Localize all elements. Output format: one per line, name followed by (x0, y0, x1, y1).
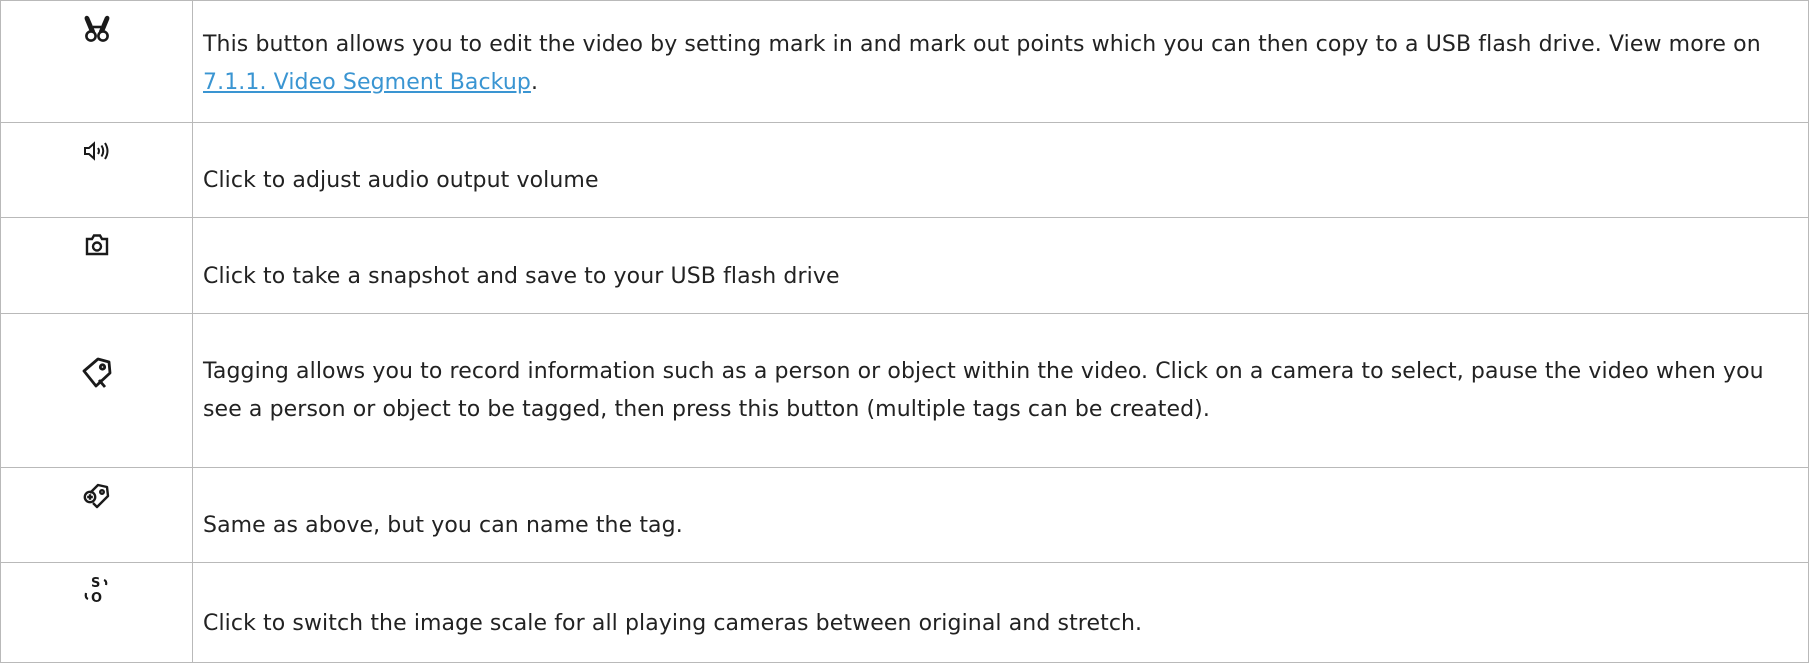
icon-reference-table: This button allows you to edit the video… (0, 0, 1809, 663)
table-row: Click to take a snapshot and save to you… (0, 217, 1809, 314)
table-row: This button allows you to edit the video… (0, 0, 1809, 123)
description-cell: Click to switch the image scale for all … (192, 562, 1809, 663)
description-text: This button allows you to edit the video… (203, 31, 1761, 57)
camera-icon (84, 233, 110, 257)
tag-icon (81, 356, 113, 390)
icon-cell (0, 313, 193, 468)
table-row: S O Click to switch the image scale for … (0, 562, 1809, 663)
description-cell: Click to take a snapshot and save to you… (192, 217, 1809, 314)
table-row: Click to adjust audio output volume (0, 122, 1809, 218)
description-cell: Click to adjust audio output volume (192, 122, 1809, 218)
description-cell: This button allows you to edit the video… (192, 0, 1809, 123)
speaker-volume-icon (83, 141, 111, 161)
icon-cell (0, 0, 193, 123)
description-text: Click to adjust audio output volume (203, 168, 599, 193)
description-text: Click to switch the image scale for all … (203, 610, 1143, 636)
description-text: Tagging allows you to record information… (203, 358, 1764, 422)
description-text: Click to take a snapshot and save to you… (203, 263, 840, 289)
description-cell: Tagging allows you to record information… (192, 313, 1809, 468)
icon-cell (0, 122, 193, 218)
image-scale-icon: S O (80, 575, 114, 605)
video-segment-backup-link[interactable]: 7.1.1. Video Segment Backup (203, 70, 531, 95)
icon-cell (0, 217, 193, 314)
svg-text:O: O (91, 591, 102, 605)
scissors-icon (84, 15, 110, 43)
icon-cell: S O (0, 562, 193, 663)
icon-cell (0, 467, 193, 563)
table-row: Tagging allows you to record information… (0, 313, 1809, 468)
svg-text:S: S (91, 576, 100, 591)
add-tag-icon (83, 482, 111, 510)
description-text: Same as above, but you can name the tag. (203, 513, 683, 538)
description-text-end: . (530, 69, 539, 95)
description-cell: Same as above, but you can name the tag. (192, 467, 1809, 563)
table-row: Same as above, but you can name the tag. (0, 467, 1809, 563)
